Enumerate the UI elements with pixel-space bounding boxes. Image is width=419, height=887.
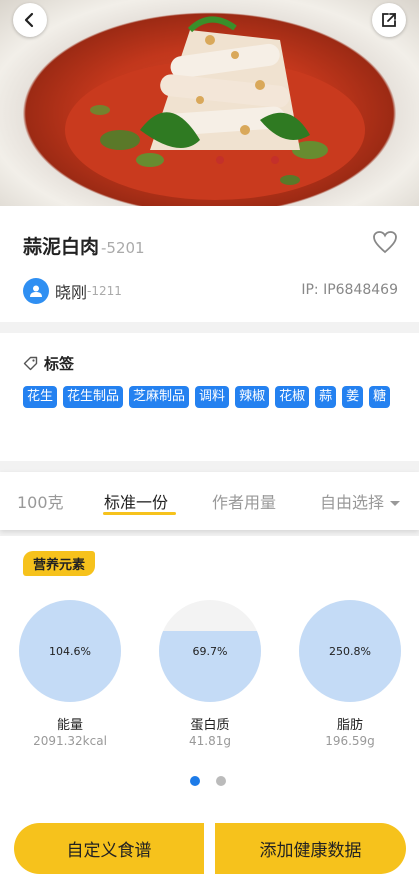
tag-item[interactable]: 姜 xyxy=(342,386,364,408)
portion-tabs: 100克 标准一份 作者用量 自由选择 xyxy=(0,472,419,530)
recipe-info-card: 蒜泥白肉 -5201 晓刚 -1211 IP: IP6848469 xyxy=(0,206,419,322)
custom-recipe-button[interactable]: 自定义食谱 xyxy=(14,823,204,874)
external-link-icon xyxy=(382,13,396,27)
tab-standard-serving[interactable]: 标准一份 xyxy=(104,489,168,513)
tag-item[interactable]: 辣椒 xyxy=(235,386,270,408)
author-name: 晓刚 xyxy=(55,283,88,302)
nutrient-name: 能量 xyxy=(56,718,83,733)
tag-list: 花生 花生制品 芝麻制品 调料 辣椒 花椒 蒜 姜 糖 xyxy=(23,386,403,408)
tab-free-choice[interactable]: 自由选择 xyxy=(320,489,401,513)
tag-item[interactable]: 花椒 xyxy=(275,386,310,408)
page-dot[interactable] xyxy=(216,776,226,786)
tag-icon xyxy=(23,356,38,371)
tag-item[interactable]: 蒜 xyxy=(315,386,337,408)
protein-gauge: 69.7% xyxy=(159,600,261,702)
tag-item[interactable]: 糖 xyxy=(369,386,391,408)
nutrient-name: 脂肪 xyxy=(336,718,363,733)
gauge-percent: 69.7% xyxy=(192,644,228,658)
author-info[interactable]: 晓刚 -1211 xyxy=(23,278,122,304)
dish-illustration xyxy=(65,16,365,200)
share-button[interactable] xyxy=(372,3,406,37)
page-indicator xyxy=(190,776,226,786)
bottom-action-bar: 自定义食谱 添加健康数据 xyxy=(0,806,419,887)
active-tab-indicator xyxy=(103,512,176,515)
nutrition-badge: 营养元素 xyxy=(23,551,96,576)
author-id: -1211 xyxy=(87,284,122,298)
tag-item[interactable]: 调料 xyxy=(195,386,230,408)
fat-gauge: 250.8% xyxy=(299,600,401,702)
nutrient-value: 196.59g xyxy=(325,734,375,748)
dish-photo xyxy=(0,0,419,206)
tags-card: 标签 花生 花生制品 芝麻制品 调料 辣椒 花椒 蒜 姜 糖 xyxy=(0,333,419,461)
energy-gauge: 104.6% xyxy=(19,600,121,702)
dish-name: 蒜泥白肉 xyxy=(23,236,100,258)
tags-header: 标签 xyxy=(23,353,74,374)
avatar xyxy=(23,278,49,304)
add-health-data-button[interactable]: 添加健康数据 xyxy=(215,823,406,874)
dish-id: -5201 xyxy=(101,239,145,257)
nutrient-value: 2091.32kcal xyxy=(33,734,107,748)
ip-address: IP: IP6848469 xyxy=(301,282,398,298)
chevron-left-icon xyxy=(24,12,34,28)
page-dot[interactable] xyxy=(190,776,200,786)
tab-author-amount[interactable]: 作者用量 xyxy=(212,489,276,513)
gauge-percent: 104.6% xyxy=(49,644,91,658)
nutrient-value: 41.81g xyxy=(189,734,231,748)
caret-down-icon xyxy=(390,501,401,506)
back-button[interactable] xyxy=(13,3,47,37)
tab-100g[interactable]: 100克 xyxy=(17,489,64,513)
tags-title: 标签 xyxy=(44,355,75,373)
dish-title: 蒜泥白肉 -5201 xyxy=(23,232,145,259)
nutrient-name: 蛋白质 xyxy=(190,718,230,733)
gauge-percent: 250.8% xyxy=(329,644,371,658)
tab-free-choice-label: 自由选择 xyxy=(320,493,385,512)
tag-item[interactable]: 花生制品 xyxy=(63,386,124,408)
tag-item[interactable]: 芝麻制品 xyxy=(129,386,190,408)
user-icon xyxy=(30,285,42,297)
heart-icon[interactable] xyxy=(372,230,398,254)
tag-item[interactable]: 花生 xyxy=(23,386,58,408)
recipe-detail-page: 蒜泥白肉 -5201 晓刚 -1211 IP: IP6848469 标签 花生 … xyxy=(0,0,419,887)
nutrition-card: 营养元素 104.6% 能量 2091.32kcal 69.7% 蛋白质 41.… xyxy=(0,536,419,806)
